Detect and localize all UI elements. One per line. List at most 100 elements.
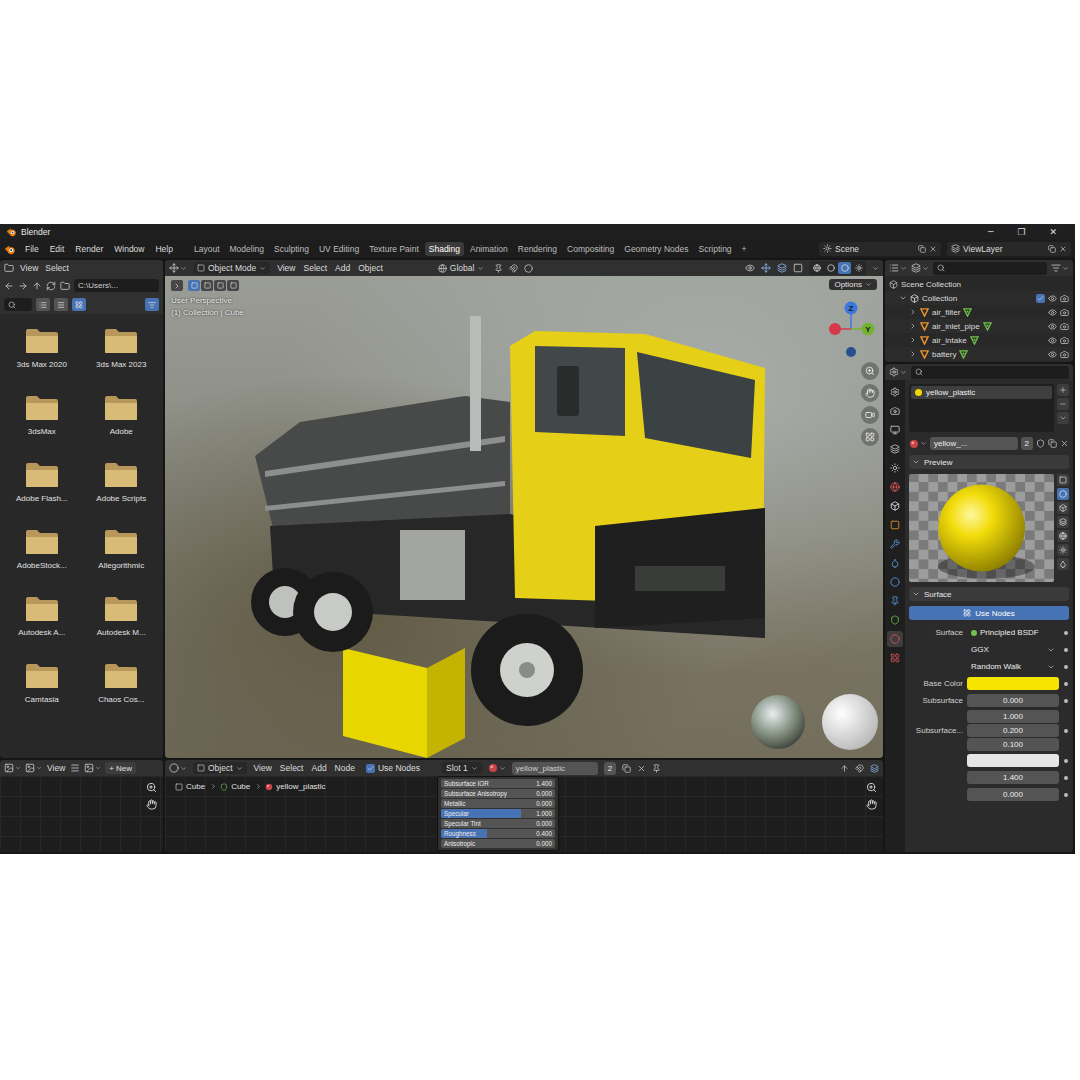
- menu-item[interactable]: Edit: [49, 243, 66, 255]
- expand-icon[interactable]: [909, 308, 917, 316]
- number-field[interactable]: 1.400: [967, 771, 1059, 784]
- keyframe-dot[interactable]: [1064, 682, 1068, 686]
- properties-tab[interactable]: [887, 631, 903, 647]
- menu-icon[interactable]: [70, 763, 80, 773]
- shader-editor-icon[interactable]: [169, 763, 179, 773]
- node-input-field[interactable]: Roughness0.400: [441, 829, 555, 838]
- menu-item[interactable]: Render: [74, 243, 104, 255]
- navigation-button[interactable]: [861, 362, 879, 380]
- chevron-down-icon[interactable]: [872, 265, 879, 272]
- number-field[interactable]: 0.000: [967, 788, 1059, 801]
- menu-item[interactable]: Select: [279, 762, 305, 774]
- file-search-field[interactable]: [4, 298, 32, 311]
- remove-slot-button[interactable]: [1057, 398, 1069, 410]
- workspace-tab[interactable]: Layout: [190, 242, 224, 256]
- dropdown-field[interactable]: Random Walk: [967, 660, 1059, 673]
- shader-field[interactable]: Principled BSDF: [967, 626, 1059, 639]
- preview-shape-button[interactable]: [1057, 502, 1069, 514]
- render-visibility-icon[interactable]: [1060, 308, 1069, 317]
- folder-item[interactable]: Adobe: [82, 395, 162, 436]
- visibility-icon[interactable]: [1048, 322, 1057, 331]
- duplicate-icon[interactable]: [1048, 439, 1057, 448]
- add-workspace-button[interactable]: +: [738, 242, 751, 256]
- folder-item[interactable]: Autodesk A...: [2, 596, 82, 637]
- menu-item[interactable]: Select: [302, 262, 328, 274]
- properties-tab[interactable]: [887, 517, 903, 533]
- properties-tab[interactable]: [887, 498, 903, 514]
- dropdown-field[interactable]: GGX: [967, 643, 1059, 656]
- checkbox[interactable]: [366, 764, 375, 773]
- properties-tab[interactable]: [887, 441, 903, 457]
- user-count[interactable]: 2: [604, 762, 616, 775]
- visibility-icon[interactable]: [1048, 336, 1057, 345]
- editor-type-button[interactable]: [4, 263, 14, 273]
- workspace-tab[interactable]: Shading: [425, 242, 464, 256]
- keyframe-dot[interactable]: [1064, 699, 1068, 703]
- editor-type-button[interactable]: [169, 763, 187, 773]
- parent-node-tree-icon[interactable]: [840, 764, 849, 773]
- mesh-data-icon[interactable]: [970, 336, 979, 345]
- gizmo-axis[interactable]: Y: [862, 323, 875, 336]
- mesh-data-icon[interactable]: [959, 350, 968, 359]
- orientation-dropdown[interactable]: Global: [434, 262, 489, 274]
- filter-button[interactable]: [145, 298, 159, 311]
- menu-item[interactable]: Help: [154, 243, 173, 255]
- folder-item[interactable]: 3ds Max 2020: [2, 328, 82, 369]
- menu-item[interactable]: Node: [334, 762, 356, 774]
- snap-icon[interactable]: [855, 764, 864, 773]
- folder-item[interactable]: Autodesk M...: [82, 596, 162, 637]
- menu-item[interactable]: Object: [357, 262, 384, 274]
- menu-item[interactable]: Add: [310, 762, 327, 774]
- pin-icon[interactable]: [652, 764, 661, 773]
- yellow-cube[interactable]: [343, 648, 465, 758]
- navigation-button[interactable]: [861, 428, 879, 446]
- use-nodes-button[interactable]: Use Nodes: [909, 606, 1069, 620]
- preview-shape-button[interactable]: [1057, 516, 1069, 528]
- properties-tab[interactable]: [887, 422, 903, 438]
- viewport-editor-icon[interactable]: [169, 263, 179, 273]
- folder-item[interactable]: AdobeStock...: [2, 529, 82, 570]
- forward-icon[interactable]: [18, 281, 28, 291]
- color-field[interactable]: [967, 754, 1059, 767]
- node-input-field[interactable]: Anisotropic0.000: [441, 839, 555, 848]
- node-input-field[interactable]: Specular Tint0.000: [441, 819, 555, 828]
- user-count[interactable]: 2: [1021, 437, 1033, 450]
- folder-item[interactable]: 3ds Max 2023: [82, 328, 162, 369]
- view-mode-button[interactable]: [36, 298, 50, 311]
- properties-editor-icon[interactable]: [889, 367, 899, 377]
- folder-item[interactable]: Allegorithmic: [82, 529, 162, 570]
- number-field[interactable]: 0.000: [967, 694, 1059, 707]
- exclude-checkbox[interactable]: [1036, 294, 1045, 303]
- browse-material-button[interactable]: [488, 763, 506, 773]
- refresh-icon[interactable]: [46, 281, 56, 291]
- workspace-tab[interactable]: Sculpting: [270, 242, 313, 256]
- close-icon[interactable]: [1059, 245, 1067, 253]
- editor-type-button[interactable]: [169, 263, 187, 273]
- preview-shape-button[interactable]: [1057, 488, 1069, 500]
- properties-tab[interactable]: [887, 403, 903, 419]
- color-field[interactable]: [967, 677, 1059, 690]
- filter-icon[interactable]: [1051, 263, 1061, 273]
- render-visibility-icon[interactable]: [1060, 336, 1069, 345]
- select-mode-button[interactable]: [201, 280, 213, 291]
- pivot-icon[interactable]: [494, 264, 503, 273]
- mesh-data-icon[interactable]: [963, 308, 972, 317]
- navigation-button[interactable]: [861, 406, 879, 424]
- pan-icon[interactable]: [866, 799, 877, 810]
- keyframe-dot[interactable]: [1064, 776, 1068, 780]
- viewport-canvas[interactable]: User Perspective(1) Collection | CubeOpt…: [165, 276, 883, 758]
- material-slot[interactable]: yellow_plastic: [911, 386, 1052, 399]
- properties-tab[interactable]: [887, 650, 903, 666]
- preview-shape-button[interactable]: [1057, 474, 1069, 486]
- properties-tab[interactable]: [887, 593, 903, 609]
- properties-tab[interactable]: [887, 612, 903, 628]
- back-icon[interactable]: [4, 281, 14, 291]
- copy-icon[interactable]: [1048, 245, 1056, 253]
- folder-item[interactable]: Camtasia: [2, 663, 82, 704]
- properties-tab[interactable]: [887, 555, 903, 571]
- view-mode-button[interactable]: [25, 763, 42, 773]
- material-name-field[interactable]: yellow_plastic: [512, 762, 598, 775]
- scene-selector[interactable]: Scene: [819, 242, 941, 256]
- workspace-tab[interactable]: Compositing: [563, 242, 618, 256]
- visibility-icon[interactable]: [745, 263, 755, 273]
